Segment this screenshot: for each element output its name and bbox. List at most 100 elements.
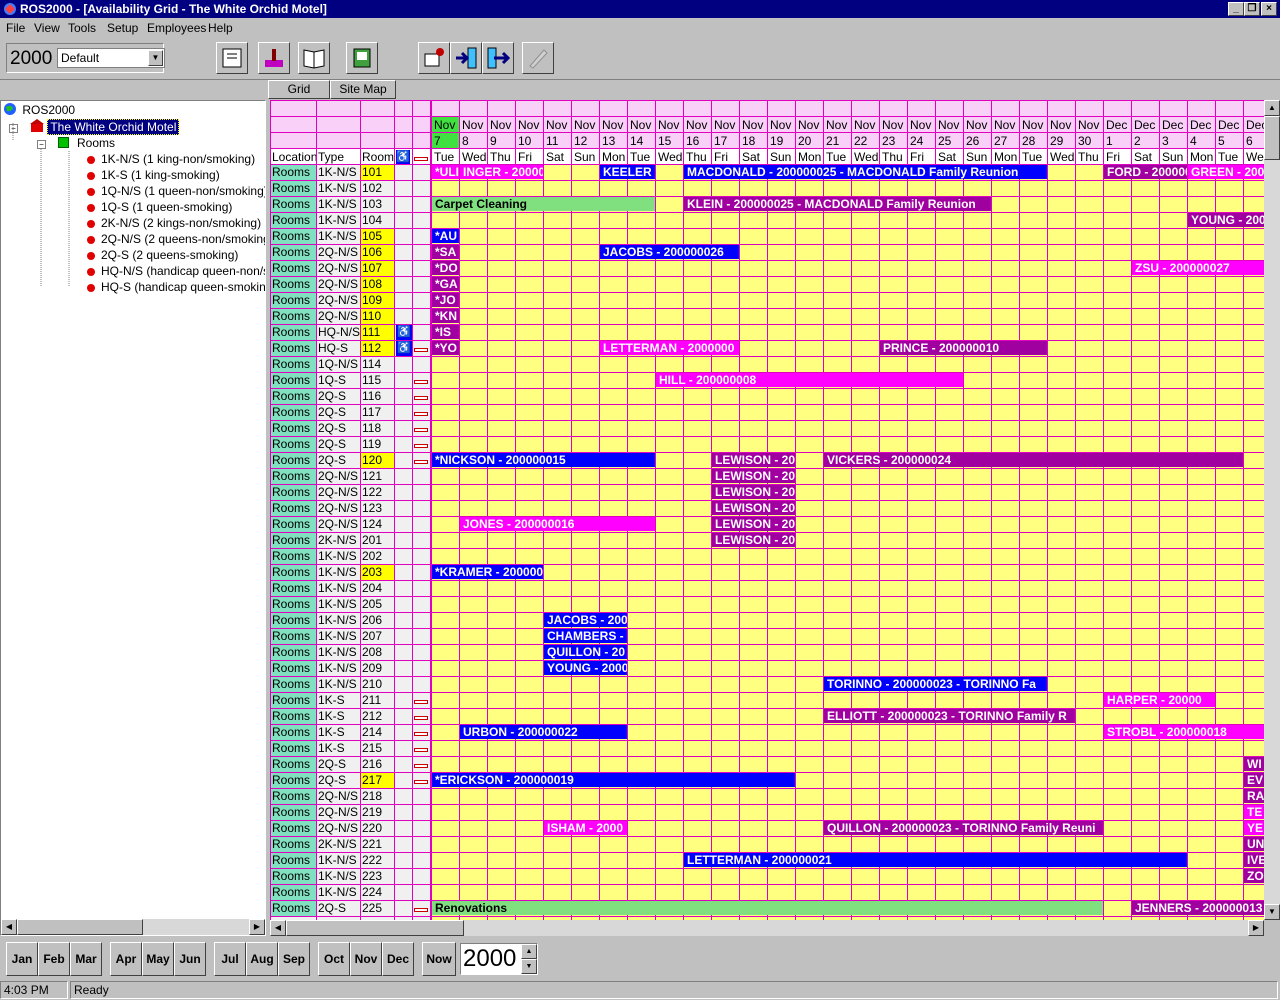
year-spinner[interactable]: 2000 ▲ ▼	[460, 943, 538, 975]
booking-bar[interactable]: CHAMBERS -	[544, 629, 627, 643]
booking-bar[interactable]: YE	[1244, 821, 1264, 835]
row-room-number[interactable]: 110	[360, 309, 394, 324]
menu-help[interactable]: Help	[208, 18, 233, 38]
month-button-mar[interactable]: Mar	[70, 942, 102, 976]
row-room-number[interactable]: 105	[360, 229, 394, 244]
row-room-number[interactable]: 121	[360, 469, 394, 484]
row-room-number[interactable]: 203	[360, 565, 394, 580]
booking-bar[interactable]: IVE	[1244, 853, 1264, 867]
booking-bar[interactable]: *KN	[432, 309, 459, 323]
booking-bar[interactable]: YOUNG - 200	[1188, 213, 1264, 227]
row-room-number[interactable]: 103	[360, 197, 394, 212]
row-room-number[interactable]: 220	[360, 821, 394, 836]
scroll-right-icon[interactable]: ▶	[1248, 920, 1264, 936]
booking-bar[interactable]: LEWISON - 20	[712, 453, 795, 467]
row-room-number[interactable]: 225	[360, 901, 394, 916]
row-room-number[interactable]: 119	[360, 437, 394, 452]
book-reservation-button[interactable]	[216, 42, 248, 74]
checkin-button[interactable]	[418, 42, 450, 74]
tree-hscrollbar[interactable]: ◀ ▶	[1, 919, 265, 935]
row-room-number[interactable]: 211	[360, 693, 394, 708]
row-room-number[interactable]: 214	[360, 725, 394, 740]
row-room-number[interactable]: 115	[360, 373, 394, 388]
minimize-button[interactable]: _	[1228, 2, 1244, 16]
chevron-down-icon[interactable]: ▼	[148, 50, 163, 66]
row-room-number[interactable]: 219	[360, 805, 394, 820]
booking-bar[interactable]: QUILLON - 20	[544, 645, 627, 659]
row-room-number[interactable]: 117	[360, 405, 394, 420]
month-button-jul[interactable]: Jul	[214, 942, 246, 976]
depart-button[interactable]	[482, 42, 514, 74]
row-room-number[interactable]: 118	[360, 421, 394, 436]
booking-bar[interactable]: Carpet Cleaning	[432, 197, 655, 211]
row-room-number[interactable]: 109	[360, 293, 394, 308]
booking-bar[interactable]: *GA	[432, 277, 459, 291]
booking-bar[interactable]: ISHAM - 2000	[544, 821, 627, 835]
scroll-left-icon[interactable]: ◀	[270, 920, 286, 936]
tree-hscroll-thumb[interactable]	[17, 919, 143, 935]
grid-vscrollbar[interactable]: ▲ ▼	[1264, 100, 1280, 920]
booking-bar[interactable]: GREEN - 200	[1188, 165, 1264, 179]
booking-bar[interactable]: LETTERMAN - 200000021	[684, 853, 1187, 867]
tree-hotel[interactable]: − The White Orchid Motel	[9, 119, 180, 135]
booking-bar[interactable]: JONES - 200000016	[460, 517, 655, 531]
tab-site-map[interactable]: Site Map	[330, 80, 396, 99]
row-room-number[interactable]: 108	[360, 277, 394, 292]
booking-bar[interactable]: URBON - 200000022	[460, 725, 627, 739]
tree-room-type[interactable]: HQ-S (handicap queen-smoking)	[87, 279, 265, 295]
booking-bar[interactable]: LEWISON - 20	[712, 485, 795, 499]
booking-bar[interactable]: QUILLON - 200000023 - TORINNO Family Reu…	[824, 821, 1103, 835]
scroll-up-icon[interactable]: ▲	[1264, 100, 1280, 116]
spin-down-icon[interactable]: ▼	[521, 959, 537, 974]
now-button[interactable]: Now	[422, 942, 456, 976]
tree-room-type[interactable]: 2Q-S (2 queens-smoking)	[87, 247, 238, 263]
row-room-number[interactable]: 221	[360, 837, 394, 852]
menu-tools[interactable]: Tools	[68, 18, 96, 38]
booking-bar[interactable]: TORINNO - 200000023 - TORINNO Fa	[824, 677, 1047, 691]
row-room-number[interactable]: 207	[360, 629, 394, 644]
booking-bar[interactable]: LEWISON - 20	[712, 469, 795, 483]
restore-button[interactable]: ❐	[1244, 2, 1260, 16]
row-room-number[interactable]: 204	[360, 581, 394, 596]
row-room-number[interactable]: 206	[360, 613, 394, 628]
tree-room-type[interactable]: 1Q-N/S (1 queen-non/smoking)	[87, 183, 265, 199]
month-button-may[interactable]: May	[142, 942, 174, 976]
booking-bar[interactable]: VICKERS - 200000024	[824, 453, 1243, 467]
booking-bar[interactable]: *SA	[432, 245, 459, 259]
scroll-left-icon[interactable]: ◀	[1, 919, 17, 935]
menu-employees[interactable]: Employees	[147, 18, 206, 38]
tree-room-type[interactable]: 1Q-S (1 queen-smoking)	[87, 199, 232, 215]
availability-grid[interactable]: Nov 7 Tue Nov 8 Wed Nov 9 Thu Nov 10 Fri Nov 11 Sat Nov…	[270, 100, 1264, 920]
booking-bar[interactable]: HILL - 200000008	[656, 373, 963, 387]
ledger-button[interactable]	[346, 42, 378, 74]
row-room-number[interactable]: 222	[360, 853, 394, 868]
month-button-jun[interactable]: Jun	[174, 942, 206, 976]
tab-grid[interactable]: Grid	[268, 80, 330, 99]
row-room-number[interactable]: 205	[360, 597, 394, 612]
view-select[interactable]: Default ▼	[57, 48, 165, 68]
edit-button[interactable]	[522, 42, 554, 74]
tree-root[interactable]: ROS2000	[3, 102, 75, 118]
booking-bar[interactable]: Renovations	[432, 901, 1103, 915]
booking-bar[interactable]: WI	[1244, 757, 1264, 771]
row-room-number[interactable]: 217	[360, 773, 394, 788]
booking-bar[interactable]: JENNERS - 200000013	[1132, 901, 1264, 915]
booking-bar[interactable]: MACDONALD - 200000025 - MACDONALD Family…	[684, 165, 1047, 179]
row-room-number[interactable]: 201	[360, 533, 394, 548]
row-room-number[interactable]: 106	[360, 245, 394, 260]
tree-room-type[interactable]: HQ-N/S (handicap queen-non/smoking)	[87, 263, 265, 279]
booking-bar[interactable]: PRINCE - 200000010	[880, 341, 1047, 355]
booking-bar[interactable]: INGER - 20000000	[460, 165, 543, 179]
row-room-number[interactable]: 101	[360, 165, 394, 180]
collapse-icon[interactable]: −	[37, 140, 46, 149]
booking-bar[interactable]: JACOBS - 200000026	[600, 245, 739, 259]
booking-bar[interactable]: *DO	[432, 261, 459, 275]
menu-setup[interactable]: Setup	[107, 18, 138, 38]
row-room-number[interactable]: 208	[360, 645, 394, 660]
tree-rooms[interactable]: − Rooms	[37, 135, 115, 151]
booking-bar[interactable]: ELLIOTT - 200000023 - TORINNO Family R	[824, 709, 1075, 723]
tree-room-type[interactable]: 1K-N/S (1 king-non/smoking)	[87, 151, 255, 167]
collapse-icon[interactable]: −	[9, 124, 18, 133]
row-room-number[interactable]: 216	[360, 757, 394, 772]
booking-bar[interactable]: FORD - 200000	[1104, 165, 1187, 179]
